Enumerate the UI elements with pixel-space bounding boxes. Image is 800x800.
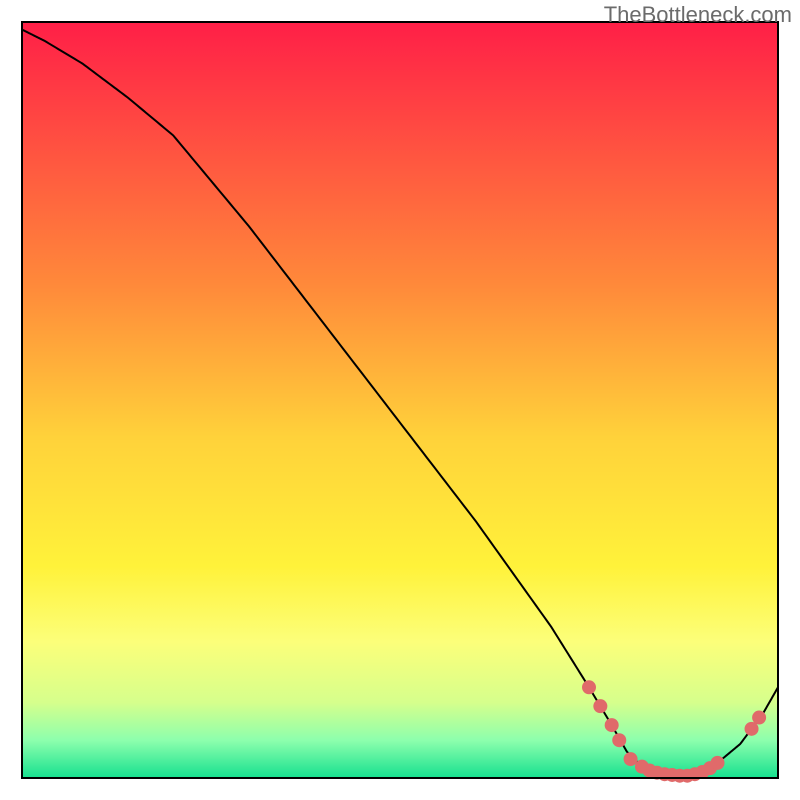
chart-svg: [0, 0, 800, 800]
watermark-label: TheBottleneck.com: [604, 2, 792, 28]
chart-marker: [582, 680, 596, 694]
chart-container: TheBottleneck.com: [0, 0, 800, 800]
chart-marker: [711, 756, 725, 770]
chart-marker: [752, 711, 766, 725]
chart-marker: [612, 733, 626, 747]
chart-marker: [605, 718, 619, 732]
chart-background: [22, 22, 778, 778]
chart-marker: [593, 699, 607, 713]
